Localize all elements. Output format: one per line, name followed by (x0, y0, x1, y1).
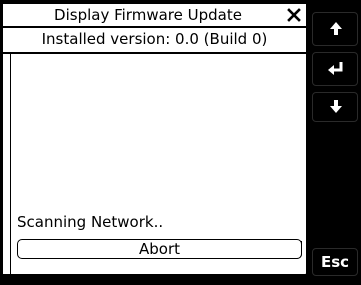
enter-icon (328, 62, 343, 75)
resize-grip-icon (296, 266, 307, 281)
installed-version-label: Installed version: 0.0 (Build 0) (3, 28, 306, 54)
arrow-down-icon (330, 100, 342, 113)
arrow-up-icon (330, 22, 342, 35)
enter-button[interactable] (312, 52, 358, 86)
scroll-down-button[interactable] (312, 92, 358, 122)
esc-button[interactable]: Esc (312, 248, 358, 276)
content-divider (10, 54, 11, 274)
abort-button[interactable]: Abort (17, 239, 302, 259)
title-bar: Display Firmware Update (3, 4, 306, 28)
close-icon[interactable] (286, 7, 302, 23)
scroll-up-button[interactable] (312, 12, 358, 46)
status-text: Scanning Network.. (17, 213, 164, 231)
firmware-update-dialog: Display Firmware Update Installed versio… (3, 4, 307, 281)
dialog-title: Display Firmware Update (54, 6, 242, 24)
